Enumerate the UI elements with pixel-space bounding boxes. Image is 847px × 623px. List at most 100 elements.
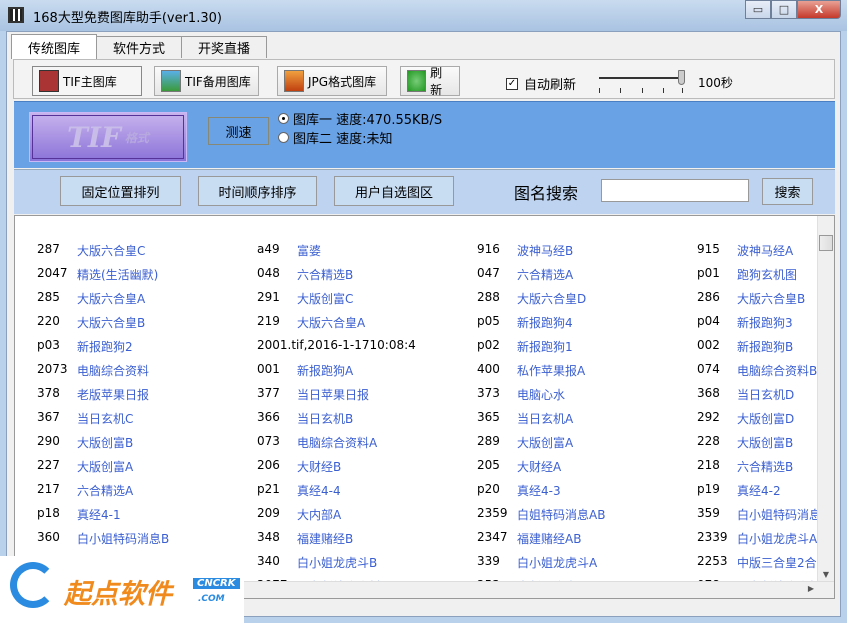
item-name-link[interactable]: 大财经A — [517, 458, 561, 475]
item-number: 286 — [697, 290, 720, 304]
item-name-link[interactable]: 大版六合皇A — [77, 290, 145, 307]
auto-refresh-checkbox[interactable]: ✓ 自动刷新 — [506, 74, 576, 93]
library-one-radio[interactable]: 图库一 速度:470.55KB/S — [278, 109, 442, 128]
user-selection-button[interactable]: 用户自选图区 — [334, 176, 454, 206]
refresh-interval-slider[interactable] — [594, 68, 689, 94]
item-name-link[interactable]: 大版创富A — [517, 434, 573, 451]
search-input[interactable] — [601, 179, 749, 202]
scroll-right-icon[interactable]: ▶ — [808, 584, 814, 593]
refresh-button[interactable]: 刷新 — [400, 66, 460, 97]
item-name-link[interactable]: 跑狗玄机图 — [737, 266, 797, 283]
item-name-link[interactable]: 白小姐特码消息B — [77, 530, 169, 547]
maximize-button[interactable]: □ — [771, 0, 797, 19]
auto-refresh-label: 自动刷新 — [524, 78, 577, 93]
fixed-position-button[interactable]: 固定位置排列 — [60, 176, 181, 206]
item-name-link[interactable]: 波神马经B — [517, 242, 573, 259]
item-name-link[interactable]: 大内部A — [297, 506, 341, 523]
item-number: 340 — [257, 554, 280, 568]
item-name-link[interactable]: 中版三合皇2合 — [737, 554, 817, 571]
item-name-link[interactable]: 新报跑狗B — [737, 338, 793, 355]
jpg-file-icon — [284, 70, 304, 92]
item-name-link[interactable]: 富婆 — [297, 242, 321, 259]
library-one-label: 图库一 速度:470.55KB/S — [293, 113, 443, 128]
close-button[interactable]: X — [797, 0, 841, 19]
item-name-link[interactable]: 福建赌经AB — [517, 530, 581, 547]
item-name-link[interactable]: 当日玄机D — [737, 386, 794, 403]
item-number: 2253 — [697, 554, 728, 568]
item-number: 002 — [697, 338, 720, 352]
item-name-link[interactable]: 白姐特码消息AB — [517, 506, 605, 523]
item-name-link[interactable]: 大版六合皇C — [77, 242, 145, 259]
refresh-icon — [407, 70, 427, 92]
sort-panel: 固定位置排列 时间顺序排序 用户自选图区 图名搜索 搜索 — [14, 169, 835, 214]
item-name-link[interactable]: 新报跑狗3 — [737, 314, 793, 331]
item-name-link[interactable]: 老版苹果日报 — [77, 386, 149, 403]
item-name-link[interactable]: 新报跑狗2 — [77, 338, 133, 355]
tab-software[interactable]: 软件方式 — [96, 36, 183, 58]
item-name-link[interactable]: 大版创富A — [77, 458, 133, 475]
item-name-link[interactable]: 白小姐龙虎斗A — [737, 530, 817, 547]
item-number: p05 — [477, 314, 500, 328]
image-list: 078最老版综合资料2253中版三合皇2合2339白小姐龙虎斗A359白小姐特码… — [14, 215, 835, 599]
item-number: 048 — [257, 266, 280, 280]
tif-main-button[interactable]: TIF主图库 — [32, 66, 142, 96]
time-order-button[interactable]: 时间顺序排序 — [198, 176, 317, 206]
item-name-link[interactable]: 白小姐龙虎斗B — [297, 554, 377, 571]
item-number: p18 — [37, 506, 60, 520]
item-name-link[interactable]: 新报跑狗A — [297, 362, 353, 379]
image-file-icon — [161, 70, 181, 92]
item-name-link[interactable]: 私作苹果报A — [517, 362, 585, 379]
item-name-link[interactable]: 新报跑狗1 — [517, 338, 573, 355]
item-name-link[interactable]: 当日玄机C — [77, 410, 133, 427]
refresh-label: 刷新 — [430, 66, 443, 97]
scroll-up-icon[interactable]: ▲ — [818, 216, 834, 233]
item-number: 400 — [477, 362, 500, 376]
item-name-link[interactable]: 白小姐特码消息 — [737, 506, 821, 523]
slider-thumb[interactable] — [678, 70, 685, 85]
item-name-link[interactable]: 真经4-1 — [77, 506, 121, 523]
item-number: p20 — [477, 482, 500, 496]
item-name-link[interactable]: 电脑综合资料B — [737, 362, 817, 379]
item-name-link[interactable]: 波神马经A — [737, 242, 793, 259]
vertical-scrollbar[interactable]: ▲ ▼ — [817, 216, 834, 583]
item-number: 367 — [37, 410, 60, 424]
item-name-link[interactable]: 新报跑狗4 — [517, 314, 573, 331]
item-number: 074 — [697, 362, 720, 376]
speed-test-button[interactable]: 测速 — [208, 117, 269, 145]
item-name-link[interactable]: 当日玄机B — [297, 410, 353, 427]
item-name-link[interactable]: 大版六合皇B — [737, 290, 805, 307]
item-name-link[interactable]: 电脑综合资料A — [297, 434, 377, 451]
item-name-link[interactable]: 真经4-2 — [737, 482, 781, 499]
tif-backup-button[interactable]: TIF备用图库 — [154, 66, 259, 96]
tab-live-draw[interactable]: 开奖直播 — [181, 36, 268, 58]
item-number: 227 — [37, 458, 60, 472]
item-name-link[interactable]: 大版六合皇B — [77, 314, 145, 331]
item-name-link[interactable]: 大版创富D — [737, 410, 794, 427]
minimize-button[interactable]: ▭ — [745, 0, 771, 19]
tab-traditional[interactable]: 传统图库 — [11, 34, 98, 59]
item-name-link[interactable]: 福建赌经B — [297, 530, 353, 547]
library-two-radio[interactable]: 图库二 速度:未知 — [278, 128, 393, 147]
item-name-link[interactable]: 当日玄机A — [517, 410, 573, 427]
item-name-link[interactable]: 当日苹果日报 — [297, 386, 369, 403]
item-name-link[interactable]: 大版创富B — [737, 434, 793, 451]
app-icon — [8, 7, 24, 23]
item-name-link[interactable]: 大版六合皇D — [517, 290, 586, 307]
jpg-button[interactable]: JPG格式图库 — [277, 66, 387, 96]
item-name-link[interactable]: 大版六合皇A — [297, 314, 365, 331]
item-name-link[interactable]: 精选(生活幽默) — [77, 266, 158, 283]
item-name-link[interactable]: 白小姐龙虎斗A — [517, 554, 597, 571]
item-name-link[interactable]: 真经4-3 — [517, 482, 561, 499]
item-name-link[interactable]: 大版创富B — [77, 434, 133, 451]
item-name-link[interactable]: 电脑综合资料 — [77, 362, 149, 379]
item-name-link[interactable]: 六合精选B — [737, 458, 793, 475]
search-button[interactable]: 搜索 — [762, 178, 813, 205]
item-name-link[interactable]: 六合精选A — [77, 482, 133, 499]
item-name-link[interactable]: 电脑心水 — [517, 386, 565, 403]
scroll-thumb[interactable] — [819, 235, 833, 251]
item-name-link[interactable]: 真经4-4 — [297, 482, 341, 499]
item-name-link[interactable]: 六合精选B — [297, 266, 353, 283]
item-name-link[interactable]: 六合精选A — [517, 266, 573, 283]
item-name-link[interactable]: 大版创富C — [297, 290, 353, 307]
item-name-link[interactable]: 大财经B — [297, 458, 341, 475]
